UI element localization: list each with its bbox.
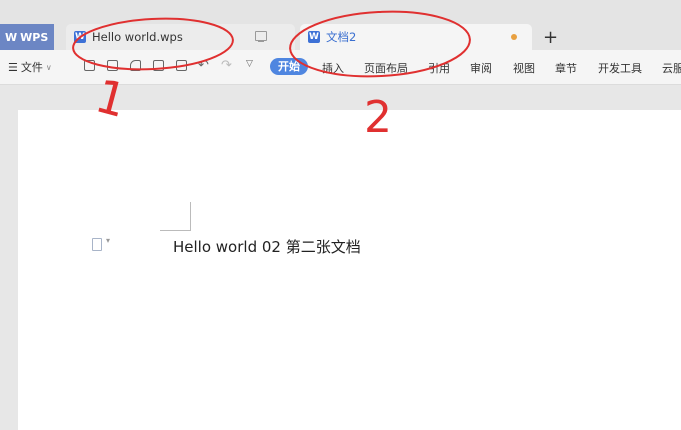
annotation-label-1: 1 <box>90 68 132 128</box>
annotation-label-2: 2 <box>364 92 392 143</box>
annotation-layer: 1 2 <box>72 10 471 143</box>
annotation-circle-2 <box>289 10 471 78</box>
annotation-circle-1 <box>72 17 234 71</box>
